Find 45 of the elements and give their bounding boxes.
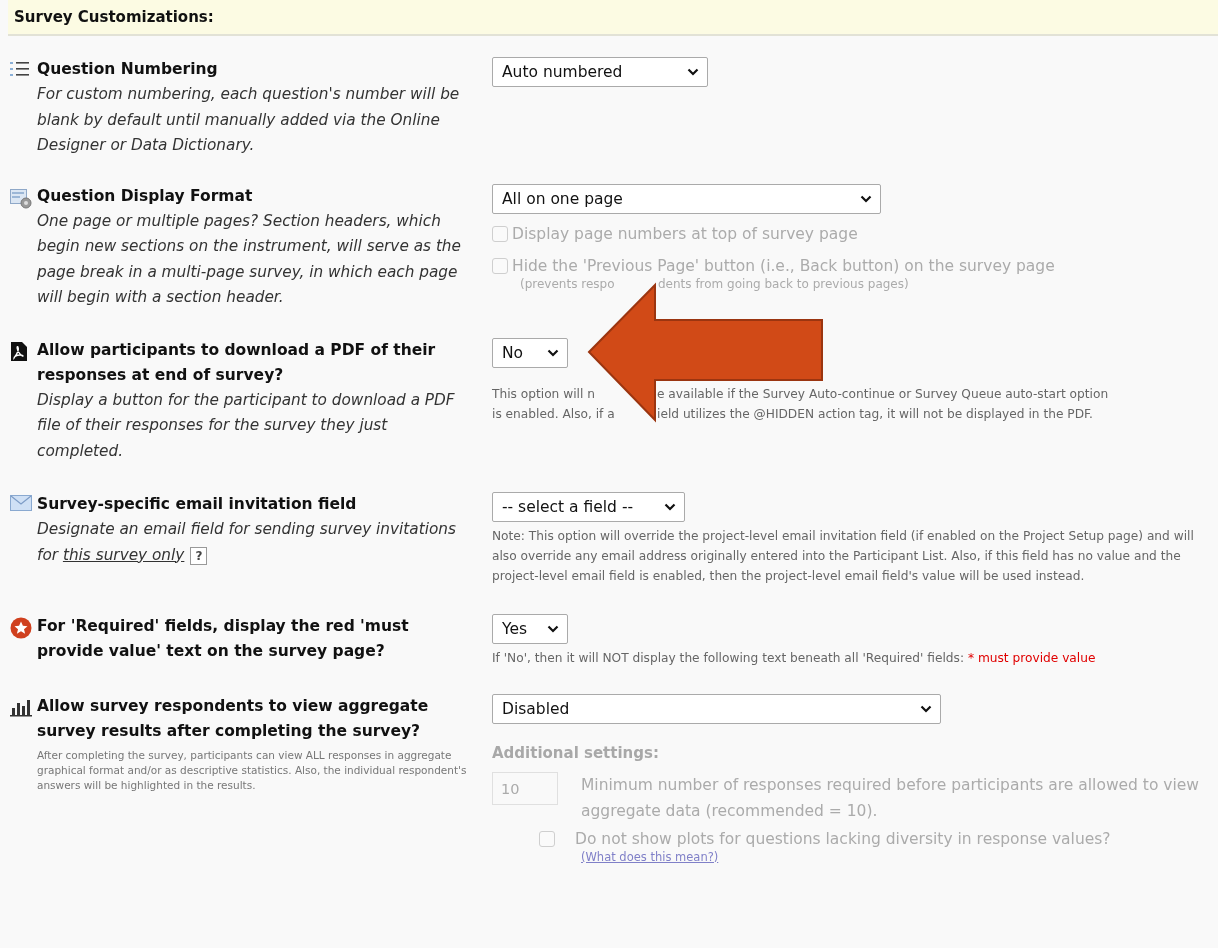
checkbox-label: Do not show plots for questions lacking diversity in response values? [575,830,1111,848]
dropdown-select[interactable]: All on one page [492,183,881,214]
setting-note: e available if the Survey Auto-continue or Survey Queue auto-start option [657,386,1109,401]
additional-settings-heading: Additional settings: [492,744,660,762]
checkbox-hint: (prevents respo [520,276,615,291]
chevron-down-icon [664,503,676,511]
help-button[interactable]: ? [190,546,208,565]
envelope-icon [10,495,32,511]
checkbox-hint: dents from going back to previous pages) [658,276,909,291]
setting-description: Designate an email field for sending survey invitations for this survey only ? [37,519,457,567]
chevron-down-icon [547,348,559,357]
setting-note: This option will n [492,386,595,401]
form-settings-icon [10,186,32,209]
list-icon [10,60,30,78]
setting-note: ield utilizes the @HIDDEN action tag, it will not be displayed in the PDF. [657,406,1093,421]
info-link[interactable]: this survey only [62,545,185,564]
chevron-down-icon [687,68,699,76]
setting-title: For 'Required' fields, display the red 'must provide value' text on the survey page? [37,616,410,662]
setting-note: Note: This option will override the project-level email invitation field (if enabled on the Project Setup page) and will also override any email address originally entered into the Participant List. Also, if this field has no value and the project-level email field is enabled, then the project-level email field's value will be used instead. [492,528,1195,585]
checkbox-label: Hide the 'Previous Page' button (i.e., Back button) on the survey page [512,255,1055,277]
setting-description: Display a button for the participant to download a PDF file of their responses for the survey they just completed. [37,389,456,462]
bar-chart-icon [10,697,32,717]
dropdown-select[interactable]: -- select a field -- [492,492,685,522]
setting-title: Allow survey respondents to view aggregate survey results after completing the survey? [37,696,430,742]
setting-description: After completing the survey, participants can view ALL responses in aggregate graphical format and/or as descriptive statistics. Also, the individual respondent's answers will be highlighted in the results. [37,748,468,793]
checkbox-label: Display page numbers at top of survey page [512,223,858,245]
setting-title: Question Numbering [37,59,219,80]
setting-note: is enabled. Also, if a [492,406,615,421]
star-badge-icon [10,617,32,639]
minimum-responses-label: Minimum number of responses required before participants are allowed to view aggregate data (recommended = 10). [581,775,1201,822]
dropdown-select[interactable]: Disabled [492,694,941,724]
chevron-down-icon [860,194,872,203]
dropdown-select[interactable]: Auto numbered [492,57,708,87]
setting-title: Survey-specific email invitation field [37,494,358,515]
dropdown-select[interactable]: No [492,337,568,368]
chevron-down-icon [920,705,932,713]
chevron-down-icon [547,625,559,633]
setting-note: If 'No', then it will NOT display the following text beneath all 'Required' fields: * must provide value [492,650,1097,667]
pdf-icon [10,340,28,362]
setting-title: Allow participants to download a PDF of their responses at end of survey? [37,339,437,386]
setting-description: For custom numbering, each question's number will be blank by default until manually added via the Online Designer or Data Dictionary. [37,84,461,156]
section-title: Survey Customizations: [8,0,1218,36]
setting-title: Question Display Format [37,185,254,207]
setting-description: One page or multiple pages? Section headers, which begin new sections on the instrument, will serve as the page break in a multi-page survey, in which each page will begin with a section header. [37,210,462,308]
dropdown-select[interactable]: Yes [492,614,568,644]
